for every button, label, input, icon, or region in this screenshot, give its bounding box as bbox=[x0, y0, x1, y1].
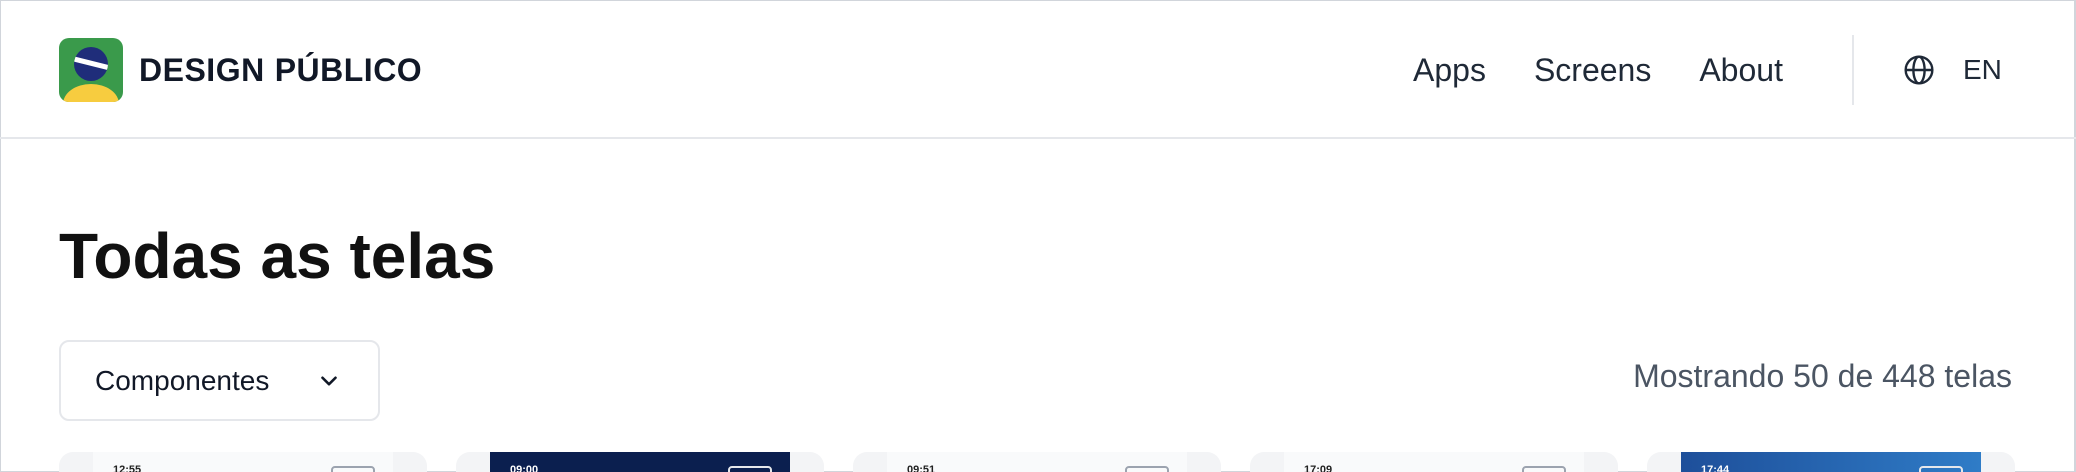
main-navigation: Apps Screens About bbox=[1413, 45, 1783, 95]
screen-card[interactable]: 12:55 bbox=[59, 452, 427, 472]
screen-thumbnail: 09:00 bbox=[490, 452, 790, 472]
language-switcher[interactable]: EN bbox=[1903, 50, 2002, 90]
brand-name-bold: DESIGN bbox=[139, 51, 265, 88]
screen-card[interactable]: 09:00 bbox=[456, 452, 824, 472]
page-title: Todas as telas bbox=[59, 220, 496, 292]
battery-icon bbox=[1522, 466, 1566, 472]
thumbnail-status-time: 09:00 bbox=[510, 464, 539, 472]
thumbnail-status-time: 17:44 bbox=[1701, 464, 1730, 472]
screen-thumbnail: 17:44 bbox=[1681, 452, 1981, 472]
nav-link-screens[interactable]: Screens bbox=[1534, 52, 1651, 89]
screen-card[interactable]: 17:44 bbox=[1647, 452, 2015, 472]
top-navigation-bar: DESIGN PÚBLICO Apps Screens About EN bbox=[0, 0, 2076, 139]
component-filter-dropdown[interactable]: Componentes bbox=[59, 340, 380, 421]
nav-divider bbox=[1852, 35, 1854, 105]
brand-logo-link[interactable]: DESIGN PÚBLICO bbox=[59, 38, 422, 102]
nav-link-about[interactable]: About bbox=[1699, 52, 1783, 89]
filter-selected-value: Componentes bbox=[95, 364, 270, 396]
screen-thumbnail: 17:09 bbox=[1284, 452, 1584, 472]
screen-card-grid: 12:55 09:00 09:51 17:09 17:44 bbox=[59, 452, 2015, 472]
thumbnail-status-time: 09:51 bbox=[907, 464, 936, 472]
brand-name-regular: PÚBLICO bbox=[274, 51, 423, 88]
brazil-flag-logo-icon bbox=[59, 38, 123, 102]
screen-thumbnail: 12:55 bbox=[93, 452, 393, 472]
chevron-down-icon bbox=[321, 375, 337, 386]
thumbnail-status-time: 12:55 bbox=[113, 464, 142, 472]
brand-name: DESIGN PÚBLICO bbox=[139, 52, 422, 89]
screen-thumbnail: 09:51 bbox=[887, 452, 1187, 472]
battery-icon bbox=[1125, 466, 1169, 472]
screen-card[interactable]: 17:09 bbox=[1250, 452, 1618, 472]
battery-icon bbox=[331, 466, 375, 472]
language-label: EN bbox=[1963, 54, 2002, 85]
nav-link-apps[interactable]: Apps bbox=[1413, 52, 1486, 89]
battery-icon bbox=[1919, 466, 1963, 472]
battery-icon bbox=[728, 466, 772, 472]
logo-sun-shape bbox=[63, 84, 119, 102]
globe-icon bbox=[1904, 55, 1934, 85]
results-count: Mostrando 50 de 448 telas bbox=[1633, 358, 2012, 394]
logo-globe-shape bbox=[74, 47, 108, 81]
thumbnail-status-time: 17:09 bbox=[1304, 464, 1333, 472]
screen-card[interactable]: 09:51 bbox=[853, 452, 1221, 472]
